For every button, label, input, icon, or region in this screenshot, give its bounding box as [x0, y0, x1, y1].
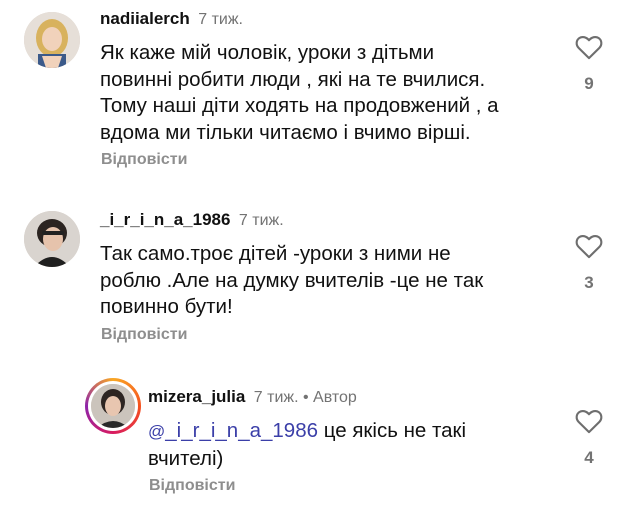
like-count: 9	[584, 74, 594, 93]
avatar-photo	[24, 211, 80, 267]
avatar	[91, 384, 135, 428]
comment-text: @_i_r_i_n_a_1986 це якісь не такі вчител…	[148, 418, 466, 472]
like-control: 4	[573, 408, 605, 468]
mention-link[interactable]: _i_r_i_n_a_1986	[165, 419, 318, 442]
comment-header: _i_r_i_n_a_1986 7 тиж.	[100, 210, 284, 230]
like-control: 3	[573, 233, 605, 293]
comment-line: повинно бути!	[100, 295, 233, 318]
avatar[interactable]	[24, 12, 80, 68]
heart-outline-icon[interactable]	[573, 233, 605, 259]
heart-outline-icon[interactable]	[573, 408, 605, 434]
avatar-photo	[91, 384, 135, 428]
like-count: 4	[584, 448, 594, 467]
heart-outline-icon[interactable]	[573, 34, 605, 60]
comment-line: повинні робити люди , які на те вчилися.	[100, 67, 486, 91]
threads-at-icon: @	[148, 422, 166, 441]
comment-line: роблю .Але на думку вчителів -це не так	[100, 268, 484, 292]
comment-line-rest: це якісь не такі	[318, 419, 467, 442]
timestamp: 7 тиж.	[238, 212, 284, 229]
comment-header: mizera_julia 7 тиж. • Автор	[148, 387, 357, 407]
comment-line: вчителі)	[148, 446, 224, 470]
avatar-photo	[24, 12, 80, 68]
reply-button[interactable]: Відповісти	[149, 477, 235, 495]
comment-line: @_i_r_i_n_a_1986 це якісь не такі	[148, 418, 466, 446]
username[interactable]: mizera_julia	[148, 387, 245, 406]
reply-button[interactable]: Відповісти	[101, 151, 187, 169]
username[interactable]: _i_r_i_n_a_1986	[100, 210, 230, 229]
reply-button[interactable]: Відповісти	[101, 326, 187, 344]
comment-line: Так само.троє дітей -уроки з ними не	[100, 242, 451, 265]
like-control: 9	[573, 34, 605, 94]
timestamp: 7 тиж.	[198, 11, 243, 28]
story-ring[interactable]	[85, 378, 141, 434]
comment-text: Як каже мій чоловік, уроки з дітьми пови…	[100, 40, 499, 146]
comment-line: Тому наші діти ходять на продовжений , а	[100, 94, 499, 117]
avatar[interactable]	[24, 211, 80, 267]
timestamp: 7 тиж.	[253, 389, 299, 406]
comment-line: вдома ми тільки читаємо і вчимо вірші.	[100, 120, 471, 144]
username[interactable]: nadiialerch	[100, 9, 190, 28]
comment-header: nadiialerch 7 тиж.	[100, 9, 243, 29]
like-count: 3	[584, 273, 594, 292]
author-badge: • Автор	[303, 389, 357, 406]
comment-text: Так само.троє дітей -уроки з ними не роб…	[100, 241, 483, 321]
comment-line: Як каже мій чоловік, уроки з дітьми	[100, 41, 435, 64]
